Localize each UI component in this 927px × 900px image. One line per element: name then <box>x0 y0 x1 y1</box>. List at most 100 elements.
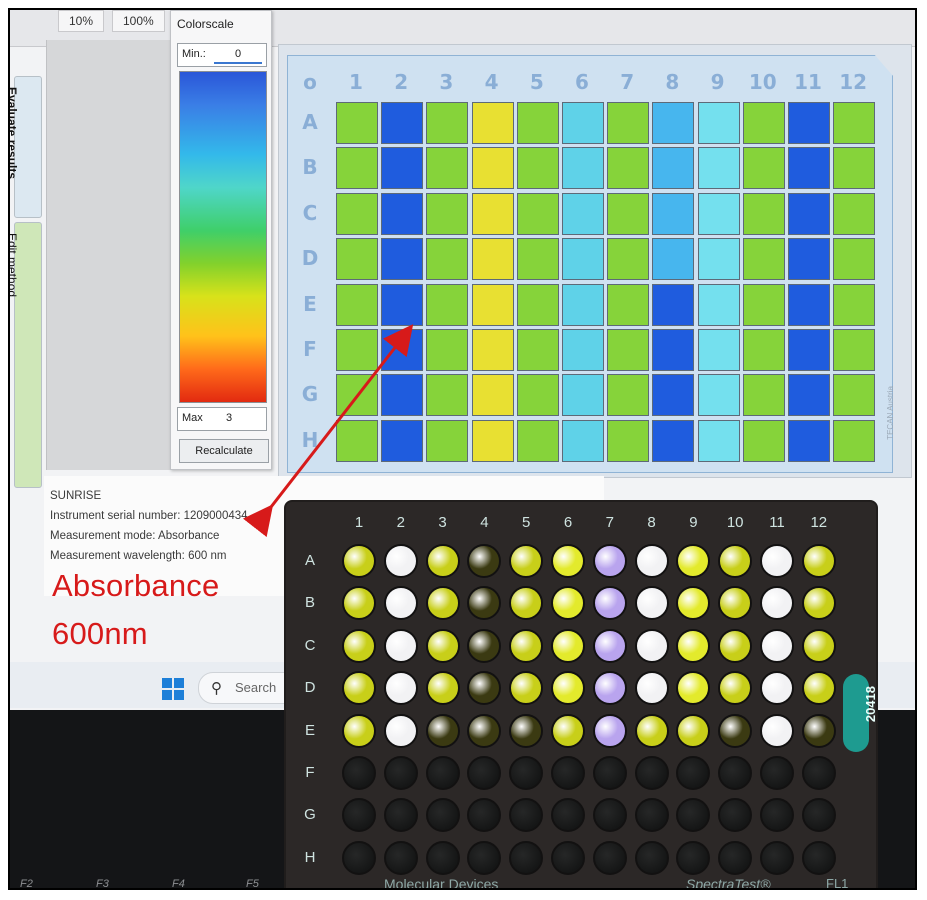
plate-well[interactable] <box>562 238 604 281</box>
taskbar-search[interactable]: ⚲ Search <box>198 672 300 704</box>
plate-well[interactable] <box>788 419 830 462</box>
plate-well[interactable] <box>336 419 378 462</box>
plate-well[interactable] <box>516 374 559 417</box>
plate-well[interactable] <box>697 283 740 326</box>
plate-well[interactable] <box>516 329 559 371</box>
windows-start-icon[interactable] <box>162 678 184 700</box>
plate-well[interactable] <box>833 192 876 235</box>
plate-well[interactable] <box>426 374 469 417</box>
plate-well[interactable] <box>562 102 604 144</box>
plate-well[interactable] <box>833 374 876 417</box>
plate-well[interactable] <box>607 329 650 371</box>
recalculate-button[interactable]: Recalculate <box>179 439 269 463</box>
plate-well[interactable] <box>336 374 378 417</box>
plate-well[interactable] <box>516 192 559 235</box>
plate-well[interactable] <box>471 102 514 144</box>
plate-well[interactable] <box>471 238 514 281</box>
plate-well[interactable] <box>562 419 604 462</box>
plate-well[interactable] <box>788 147 830 190</box>
plate-well[interactable] <box>652 147 695 190</box>
plate-well[interactable] <box>336 238 378 281</box>
plate-well[interactable] <box>697 102 740 144</box>
plate-well[interactable] <box>742 283 785 326</box>
plate-well[interactable] <box>562 329 604 371</box>
plate-well[interactable] <box>697 147 740 190</box>
plate-well[interactable] <box>742 419 785 462</box>
plate-well[interactable] <box>562 374 604 417</box>
plate-well[interactable] <box>742 329 785 371</box>
plate-well[interactable] <box>652 419 695 462</box>
plate-well[interactable] <box>516 238 559 281</box>
plate-well[interactable] <box>471 147 514 190</box>
plate-well[interactable] <box>516 102 559 144</box>
plate-well[interactable] <box>652 283 695 326</box>
plate-well[interactable] <box>607 419 650 462</box>
plate-well[interactable] <box>516 147 559 190</box>
plate-well[interactable] <box>336 102 378 144</box>
plate-well[interactable] <box>381 374 424 417</box>
plate-well[interactable] <box>833 283 876 326</box>
plate-well[interactable] <box>336 192 378 235</box>
plate-well[interactable] <box>381 102 424 144</box>
zoom-100-button[interactable]: 100% <box>112 10 165 32</box>
plate-well[interactable] <box>471 329 514 371</box>
plate-well[interactable] <box>336 329 378 371</box>
plate-well[interactable] <box>471 419 514 462</box>
plate-well[interactable] <box>742 192 785 235</box>
plate-well[interactable] <box>742 102 785 144</box>
max-input[interactable]: 3 <box>226 412 232 424</box>
plate-well[interactable] <box>381 238 424 281</box>
plate-well[interactable] <box>788 192 830 235</box>
plate-well[interactable] <box>381 147 424 190</box>
plate-well[interactable] <box>426 147 469 190</box>
plate-well[interactable] <box>471 192 514 235</box>
min-field[interactable]: Min.: 0 <box>177 43 267 67</box>
plate-well[interactable] <box>426 329 469 371</box>
max-field[interactable]: Max 3 <box>177 407 267 431</box>
plate-well[interactable] <box>426 102 469 144</box>
plate-well[interactable] <box>516 419 559 462</box>
plate-well[interactable] <box>607 238 650 281</box>
plate-well[interactable] <box>652 374 695 417</box>
plate-well[interactable] <box>697 374 740 417</box>
plate-well[interactable] <box>788 102 830 144</box>
plate-well[interactable] <box>607 147 650 190</box>
plate-well[interactable] <box>381 192 424 235</box>
plate-well[interactable] <box>607 283 650 326</box>
plate-well[interactable] <box>607 102 650 144</box>
plate-well[interactable] <box>788 283 830 326</box>
plate-well[interactable] <box>471 283 514 326</box>
plate-well[interactable] <box>742 238 785 281</box>
plate-well[interactable] <box>336 283 378 326</box>
plate-well[interactable] <box>742 374 785 417</box>
plate-well[interactable] <box>652 102 695 144</box>
plate-well[interactable] <box>426 192 469 235</box>
plate-well[interactable] <box>833 238 876 281</box>
plate-well[interactable] <box>697 238 740 281</box>
plate-well[interactable] <box>742 147 785 190</box>
plate-well[interactable] <box>607 374 650 417</box>
plate-well[interactable] <box>833 329 876 371</box>
plate-well[interactable] <box>516 283 559 326</box>
plate-well[interactable] <box>697 419 740 462</box>
plate-well[interactable] <box>607 192 650 235</box>
plate-well[interactable] <box>788 238 830 281</box>
plate-well[interactable] <box>471 374 514 417</box>
plate-well[interactable] <box>562 283 604 326</box>
plate-well[interactable] <box>788 374 830 417</box>
plate-well[interactable] <box>652 329 695 371</box>
plate-well[interactable] <box>697 192 740 235</box>
plate-well[interactable] <box>697 329 740 371</box>
plate-well[interactable] <box>833 102 876 144</box>
plate-well[interactable] <box>336 147 378 190</box>
plate-well[interactable] <box>562 192 604 235</box>
plate-well[interactable] <box>788 329 830 371</box>
plate-well[interactable] <box>426 283 469 326</box>
plate-well[interactable] <box>381 329 424 371</box>
plate-well[interactable] <box>652 238 695 281</box>
tab-edit-method[interactable]: Edit method <box>10 222 42 488</box>
zoom-10-button[interactable]: 10% <box>58 10 105 32</box>
plate-well[interactable] <box>381 419 424 462</box>
min-input[interactable]: 0 <box>214 46 262 64</box>
plate-well[interactable] <box>381 283 424 326</box>
